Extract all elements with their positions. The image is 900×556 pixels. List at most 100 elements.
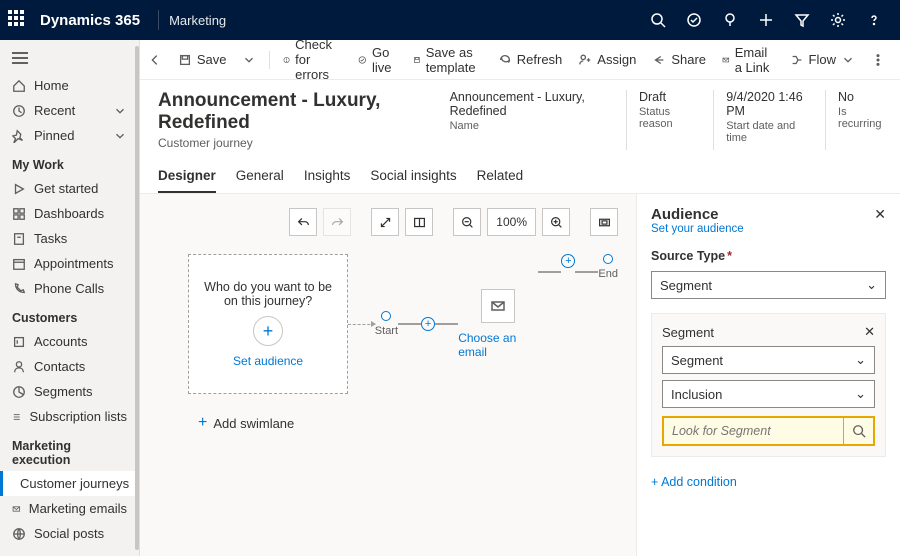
add-audience-button[interactable]: + — [253, 316, 283, 346]
connector — [398, 323, 421, 325]
sidebar-item-socialposts[interactable]: Social posts — [0, 521, 139, 546]
tabs: Designer General Insights Social insight… — [140, 160, 900, 194]
page-title: Announcement - Luxury, Redefined — [158, 90, 426, 134]
sourcetype-select[interactable]: Segment⌄ — [651, 271, 886, 299]
meta-name-label: Name — [450, 120, 606, 132]
label: Check for errors — [295, 40, 342, 82]
close-icon[interactable]: ✕ — [874, 206, 886, 223]
connector — [435, 323, 458, 325]
filter-icon[interactable] — [784, 0, 820, 40]
sidebar-item-appointments[interactable]: Appointments — [0, 251, 139, 276]
remove-segment-icon[interactable]: ✕ — [864, 324, 875, 340]
zoom-in-button[interactable] — [542, 208, 570, 236]
hamburger-icon[interactable] — [0, 46, 139, 73]
meta-recur-label: Is recurring — [838, 106, 882, 130]
add-node[interactable]: + — [421, 317, 435, 331]
app-launcher-icon[interactable] — [8, 10, 28, 30]
label: Dashboards — [34, 206, 104, 221]
sidebar-item-phonecalls[interactable]: Phone Calls — [0, 276, 139, 301]
refresh-button[interactable]: Refresh — [491, 48, 570, 71]
panel-subtitle[interactable]: Set your audience — [651, 223, 744, 235]
end-node: End — [598, 254, 618, 280]
sidebar-item-accounts[interactable]: Accounts — [0, 329, 139, 354]
segment-search-input[interactable] — [664, 424, 843, 438]
segment-label: Segment — [662, 325, 714, 340]
sidebar-item-tasks[interactable]: Tasks — [0, 226, 139, 251]
overflow-button[interactable] — [864, 49, 892, 71]
start-node: Start — [375, 311, 398, 337]
assign-button[interactable]: Assign — [571, 48, 643, 71]
sidebar-item-segments[interactable]: Segments — [0, 379, 139, 404]
tab-insights[interactable]: Insights — [304, 160, 351, 193]
flow-button[interactable]: Flow — [783, 48, 862, 71]
inclusion-select[interactable]: Inclusion⌄ — [662, 380, 875, 408]
help-icon[interactable] — [856, 0, 892, 40]
email-node[interactable]: Choose an email — [458, 289, 538, 359]
minimap-button[interactable] — [405, 208, 433, 236]
zoom-level[interactable]: 100% — [487, 208, 536, 236]
fit-button[interactable] — [590, 208, 618, 236]
zoom-out-button[interactable] — [453, 208, 481, 236]
emaillink-button[interactable]: Email a Link — [715, 41, 781, 79]
search-icon[interactable] — [843, 418, 873, 444]
redo-button[interactable] — [323, 208, 351, 236]
sidebar-item-pinned[interactable]: Pinned — [0, 123, 139, 148]
sidebar-item-customerjourneys[interactable]: Customer journeys — [0, 471, 139, 496]
sidebar-item-recent[interactable]: Recent — [0, 98, 139, 123]
label: Recent — [34, 103, 75, 118]
golive-button[interactable]: Go live — [351, 41, 404, 79]
search-icon[interactable] — [640, 0, 676, 40]
chevron-down-icon — [113, 129, 127, 143]
add-condition-link[interactable]: + Add condition — [651, 475, 886, 489]
sidebar-group-marketing: Marketing execution — [0, 429, 139, 471]
chevron-down-icon: ⌄ — [855, 352, 866, 368]
label: Refresh — [517, 52, 563, 67]
meta-status-value: Draft — [639, 90, 693, 104]
sourcetype-label: Source Type — [651, 249, 886, 263]
undo-button[interactable] — [289, 208, 317, 236]
segment-box: Segment ✕ Segment⌄ Inclusion⌄ — [651, 313, 886, 457]
label: Customer journeys — [20, 476, 129, 491]
label: Save — [197, 52, 227, 67]
connector — [538, 271, 561, 273]
main: Save Check for errors Go live Save as te… — [140, 40, 900, 556]
sidebar-item-dashboards[interactable]: Dashboards — [0, 201, 139, 226]
audience-start-tile[interactable]: Who do you want to be on this journey? +… — [188, 254, 348, 394]
sidebar-item-home[interactable]: Home — [0, 73, 139, 98]
meta-recur-value: No — [838, 90, 882, 104]
add-swimlane-button[interactable]: +Add swimlane — [198, 414, 618, 432]
save-button[interactable]: Save — [171, 48, 234, 71]
add-node[interactable]: + — [561, 254, 575, 268]
task-icon[interactable] — [676, 0, 712, 40]
sidebar-item-getstarted[interactable]: Get started — [0, 176, 139, 201]
sidebar-item-contacts[interactable]: Contacts — [0, 354, 139, 379]
sidebar-item-subscriptionlists[interactable]: Subscription lists — [0, 404, 139, 429]
designer-canvas: 100% Who do you want to be on this journ… — [140, 194, 636, 556]
sidebar-item-marketingemails[interactable]: Marketing emails — [0, 496, 139, 521]
set-audience-link[interactable]: Set audience — [233, 354, 303, 368]
save-template-button[interactable]: Save as template — [406, 41, 489, 79]
connector — [348, 324, 375, 325]
lightbulb-icon[interactable] — [712, 0, 748, 40]
tab-designer[interactable]: Designer — [158, 160, 216, 193]
chevron-down-icon: ⌄ — [855, 386, 866, 402]
meta-status-label: Status reason — [639, 106, 693, 130]
canvas-toolbar: 100% — [158, 208, 618, 236]
label: Add swimlane — [213, 416, 294, 431]
save-dropdown[interactable] — [235, 49, 263, 71]
global-topbar: Dynamics 365 Marketing — [0, 0, 900, 40]
tab-general[interactable]: General — [236, 160, 284, 193]
segment-search[interactable] — [662, 416, 875, 446]
add-icon[interactable] — [748, 0, 784, 40]
value: Segment — [660, 278, 712, 293]
share-button[interactable]: Share — [645, 48, 713, 71]
entity-label: Customer journey — [158, 136, 426, 150]
expand-button[interactable] — [371, 208, 399, 236]
tab-related[interactable]: Related — [477, 160, 524, 193]
choose-email-link[interactable]: Choose an email — [458, 331, 538, 359]
tab-social[interactable]: Social insights — [370, 160, 456, 193]
back-button[interactable] — [148, 46, 163, 74]
segment-type-select[interactable]: Segment⌄ — [662, 346, 875, 374]
label: Start — [375, 325, 398, 337]
gear-icon[interactable] — [820, 0, 856, 40]
